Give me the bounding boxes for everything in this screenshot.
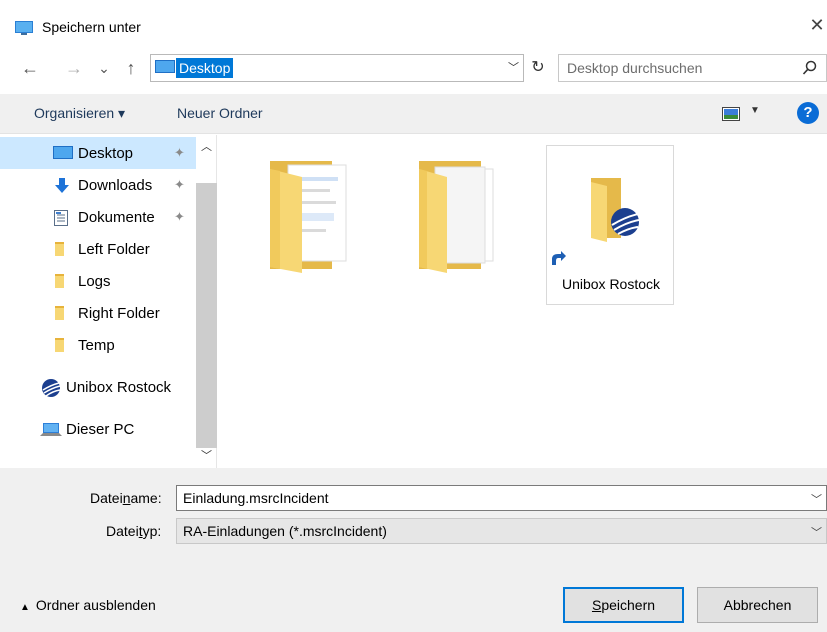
save-button[interactable]: Speichern (563, 587, 684, 623)
folder-with-pages-icon (419, 161, 494, 273)
chevron-down-icon[interactable]: ﹀ (811, 491, 822, 507)
close-icon[interactable]: ✕ (807, 10, 827, 40)
search-box[interactable] (558, 54, 827, 82)
filename-input[interactable]: Einladung.msrcIncident (183, 490, 329, 506)
shortcut-arrow-icon (549, 250, 567, 268)
cancel-button[interactable]: Abbrechen (697, 587, 818, 623)
view-dropdown-icon[interactable]: ▼ (750, 105, 760, 116)
navigation-bar: ← → ⌄ ↑ Desktop ﹀ ↻ (0, 50, 827, 86)
title-bar: Speichern unter ✕ (0, 0, 827, 44)
sidebar-item-label: Dieser PC (66, 421, 135, 438)
hide-folders-toggle[interactable]: ▲ Ordner ausblenden (20, 597, 156, 613)
sidebar-item-left-folder[interactable]: Left Folder (0, 233, 196, 265)
desktop-icon (53, 146, 73, 159)
up-button[interactable]: ↑ (120, 56, 142, 80)
sidebar-item-desktop[interactable]: Desktop ✦ (0, 137, 196, 169)
new-folder-button[interactable]: Neuer Ordner (177, 105, 263, 121)
sidebar-item-label: Logs (78, 273, 111, 290)
download-icon (55, 178, 69, 193)
folder-icon (55, 274, 64, 288)
navigation-pane: Desktop ✦ Downloads ✦ Dokumente ✦ Left F… (0, 135, 217, 468)
recent-locations-button[interactable]: ⌄ (96, 56, 112, 80)
sidebar-item-label: Unibox Rostock (66, 379, 172, 396)
sidebar-item-label: Right Folder (78, 305, 160, 322)
forward-button[interactable]: → (62, 56, 86, 80)
folder-item[interactable] (252, 145, 380, 305)
document-icon (54, 210, 68, 226)
chevron-down-icon[interactable]: ﹀ (508, 59, 519, 75)
pin-icon: ✦ (174, 145, 185, 160)
address-bar[interactable]: Desktop ﹀ (150, 54, 524, 82)
search-icon[interactable] (802, 60, 818, 76)
folder-icon (55, 306, 64, 320)
scroll-up-button[interactable]: ︿ (196, 135, 217, 160)
chevron-down-icon[interactable]: ﹀ (811, 524, 822, 540)
folder-icon (55, 242, 64, 256)
refresh-button[interactable]: ↻ (527, 56, 549, 80)
scroll-down-button[interactable]: ﹀ (196, 445, 217, 467)
help-icon[interactable]: ? (797, 102, 819, 124)
sidebar-item-label: Left Folder (78, 241, 150, 258)
filename-label: Dateiname: (90, 490, 162, 506)
sidebar-item-temp[interactable]: Temp (0, 329, 196, 361)
change-view-icon[interactable] (722, 107, 740, 121)
save-dialog-icon (15, 21, 33, 35)
address-text[interactable]: Desktop (176, 58, 234, 78)
item-label: Unibox Rostock (561, 276, 661, 292)
pin-icon: ✦ (174, 209, 185, 224)
sidebar-item-unibox-rostock[interactable]: Unibox Rostock (0, 371, 196, 403)
filetype-value[interactable]: RA-Einladungen (*.msrcIncident) (183, 523, 387, 539)
save-form: Dateiname: Einladung.msrcIncident ﹀ Date… (0, 468, 827, 632)
sidebar-item-documents[interactable]: Dokumente ✦ (0, 201, 196, 233)
sidebar-item-downloads[interactable]: Downloads ✦ (0, 169, 196, 201)
folder-with-documents-icon (270, 161, 347, 273)
unibox-shortcut-icon (591, 178, 640, 242)
scrollbar-thumb[interactable] (196, 183, 217, 448)
sidebar-item-logs[interactable]: Logs (0, 265, 196, 297)
chevron-up-icon: ▲ (20, 602, 30, 613)
pin-icon: ✦ (174, 177, 185, 192)
shortcut-item[interactable]: Unibox Rostock (546, 145, 674, 305)
back-button[interactable]: ← (18, 56, 42, 80)
pc-icon (40, 423, 62, 436)
sidebar-item-label: Temp (78, 337, 115, 354)
filename-field[interactable]: Einladung.msrcIncident ﹀ (176, 485, 827, 511)
filetype-label: Dateityp: (106, 523, 162, 539)
folder-item[interactable] (401, 145, 529, 305)
sidebar-item-right-folder[interactable]: Right Folder (0, 297, 196, 329)
unibox-icon (42, 379, 61, 397)
organize-menu[interactable]: Organisieren ▾ (34, 105, 125, 122)
file-list: Unibox Rostock (218, 135, 827, 468)
folder-icon (55, 338, 64, 352)
search-input[interactable] (567, 59, 787, 77)
sidebar-item-label: Downloads (78, 177, 153, 194)
filetype-select[interactable]: RA-Einladungen (*.msrcIncident) ﹀ (176, 518, 827, 544)
sidebar-item-label: Dokumente (78, 209, 155, 226)
sidebar-item-this-pc[interactable]: Dieser PC (0, 413, 196, 445)
command-bar: Organisieren ▾ Neuer Ordner ▼ ? (0, 94, 827, 134)
desktop-icon (155, 60, 175, 73)
window-title: Speichern unter (42, 19, 141, 35)
sidebar-item-label: Desktop (78, 145, 134, 162)
